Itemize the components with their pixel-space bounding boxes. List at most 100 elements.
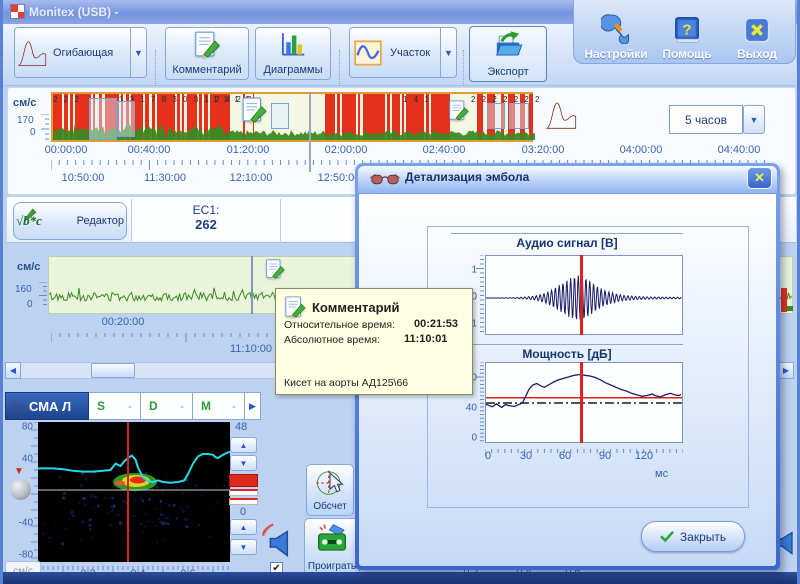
indicator-key: S — [97, 399, 105, 413]
exit-icon — [743, 16, 771, 44]
envelope-button[interactable]: Огибающая — [14, 27, 131, 78]
play-button[interactable]: Проиграть — [304, 518, 360, 576]
tooltip-rel-label: Относительное время: — [284, 319, 395, 331]
power-cursor[interactable] — [580, 362, 583, 443]
ec1-value: 262 — [132, 217, 280, 232]
timeline-selection-box[interactable] — [89, 98, 117, 140]
calc-label: Обсчет — [313, 501, 346, 512]
velocity-y-ticks — [39, 282, 47, 313]
audio-y-ticks — [476, 255, 484, 340]
tick-label: 04:40:00 — [718, 144, 761, 156]
timeline-selection-box[interactable] — [117, 101, 135, 137]
tick-label: 02:40:00 — [423, 144, 466, 156]
comment-button[interactable]: Комментарий — [165, 27, 249, 80]
tooltip-abs-value: 11:10:01 — [404, 333, 447, 345]
timeline-y-ticks — [41, 114, 49, 147]
help-button[interactable]: Помощь — [654, 3, 720, 61]
gain-top-value: 48 — [235, 421, 247, 433]
export-button[interactable]: Экспорт — [469, 26, 547, 82]
channel-tab-sma-l[interactable]: СМА Л — [5, 392, 89, 420]
probe-joystick-icon[interactable] — [10, 479, 31, 500]
range-combo-dropdown[interactable]: ▼ — [743, 105, 765, 134]
tick-label: 10:50:00 — [62, 172, 105, 184]
waveform-section-icon — [352, 39, 384, 67]
dialog-close-icon[interactable]: ✕ — [747, 167, 772, 189]
envelope-curve-icon — [17, 38, 47, 68]
level-slider-step[interactable] — [229, 489, 258, 496]
timeline-marker-numbers: 2 2 2 2 2 2 2 — [471, 95, 541, 104]
section-dropdown[interactable]: ▼ — [441, 27, 457, 78]
calc-button[interactable]: Обсчет — [306, 464, 354, 516]
level-slider-fill[interactable] — [229, 474, 258, 487]
tick-label: 00:00:00 — [45, 144, 88, 156]
velocity-comment-icon[interactable] — [265, 259, 285, 279]
exit-label: Выход — [737, 47, 777, 61]
dialog-close-button[interactable]: Закрыть — [641, 521, 745, 552]
gain-up-button[interactable]: ▲ — [230, 437, 257, 453]
diagrams-button[interactable]: Диаграммы — [255, 27, 331, 80]
timeline-selection-box[interactable] — [509, 103, 529, 129]
timeline-marker-numbers: 2 2 2 — [53, 95, 81, 104]
ec1-cell[interactable]: EC1: 262 — [131, 199, 281, 241]
scrollbar-thumb[interactable] — [91, 363, 135, 378]
export-folder-icon — [490, 30, 526, 60]
export-label: Экспорт — [487, 66, 528, 78]
velocity-abs-tick: 11:10:00 — [230, 343, 272, 355]
settings-button[interactable]: Настройки — [580, 3, 652, 61]
tick-label: 12:50:00 — [318, 172, 361, 184]
editor-label: Редактор — [77, 215, 124, 227]
editor-button[interactable]: √b*c Редактор — [13, 202, 127, 240]
velocity-rel-tick: 00:20:00 — [102, 316, 145, 328]
scrollbar-right-arrow[interactable]: ▶ — [778, 362, 794, 379]
timeline-cursor[interactable] — [309, 92, 311, 172]
indicator-cell-m[interactable]: M- — [193, 392, 245, 420]
audio-signal-chart[interactable] — [485, 255, 683, 335]
timeline-comment-icon[interactable] — [448, 100, 469, 121]
scrollbar-left-arrow[interactable]: ◀ — [5, 362, 21, 379]
glasses-icon — [368, 170, 402, 188]
scale-up-button[interactable]: ▲ — [230, 519, 257, 535]
tick-label: 03:20:00 — [522, 144, 565, 156]
tick-label: 12:10:00 — [230, 172, 273, 184]
hidden-chart-green-mark — [787, 306, 793, 311]
audio-chart-title: Аудио сигнал [В] — [451, 233, 683, 251]
comment-label: Комментарий — [172, 64, 241, 76]
envelope-dropdown[interactable]: ▼ — [131, 27, 147, 78]
tick-label: 04:00:00 — [620, 144, 663, 156]
wrench-icon — [601, 14, 631, 44]
indicator-next-arrow[interactable]: ▶ — [245, 392, 261, 420]
section-label: Участок — [390, 47, 430, 59]
scale-down-button[interactable]: ▼ — [230, 539, 257, 555]
section-button[interactable]: Участок — [349, 27, 441, 78]
power-chart[interactable] — [485, 362, 683, 443]
velocity-yzero-label: 0 — [27, 299, 33, 310]
tooltip-note-text: Кисет на аорты АД125\66 — [284, 377, 408, 389]
timeline-unit-label: см/с — [13, 97, 36, 109]
dialog-close-button-label: Закрыть — [680, 530, 726, 544]
play-label: Проиграть — [308, 561, 356, 572]
timeline-selection-box[interactable] — [487, 103, 505, 129]
gain-down-button[interactable]: ▼ — [230, 455, 257, 471]
comment-note-icon — [193, 31, 221, 58]
spectro-y-ticks — [31, 422, 38, 567]
indicator-cell-d[interactable]: D- — [141, 392, 193, 420]
exit-button[interactable]: Выход — [722, 3, 792, 61]
timeline-yzero-label: 0 — [30, 127, 36, 138]
ec1-label: EC1: — [132, 203, 280, 217]
range-combo-value[interactable]: 5 часов — [669, 105, 743, 134]
audio-cursor[interactable] — [580, 255, 583, 335]
envelope-mini-icon[interactable] — [545, 99, 577, 131]
power-x-axis: 0306090120 — [485, 450, 683, 463]
help-label: Помощь — [662, 47, 711, 61]
tick-label: 30 — [520, 450, 532, 462]
settings-label: Настройки — [584, 47, 647, 61]
empty-cell — [281, 199, 356, 241]
spectrogram[interactable] — [38, 422, 230, 562]
timeline-comment-icon[interactable] — [241, 97, 267, 123]
velocity-cursor[interactable] — [251, 256, 253, 314]
level-slider-step[interactable] — [229, 498, 258, 505]
channel-tab-label: СМА Л — [29, 399, 71, 414]
indicator-cell-s[interactable]: S- — [89, 392, 141, 420]
timeline-selection-box[interactable] — [271, 103, 289, 129]
sound-speaker-icon[interactable] — [259, 522, 293, 558]
